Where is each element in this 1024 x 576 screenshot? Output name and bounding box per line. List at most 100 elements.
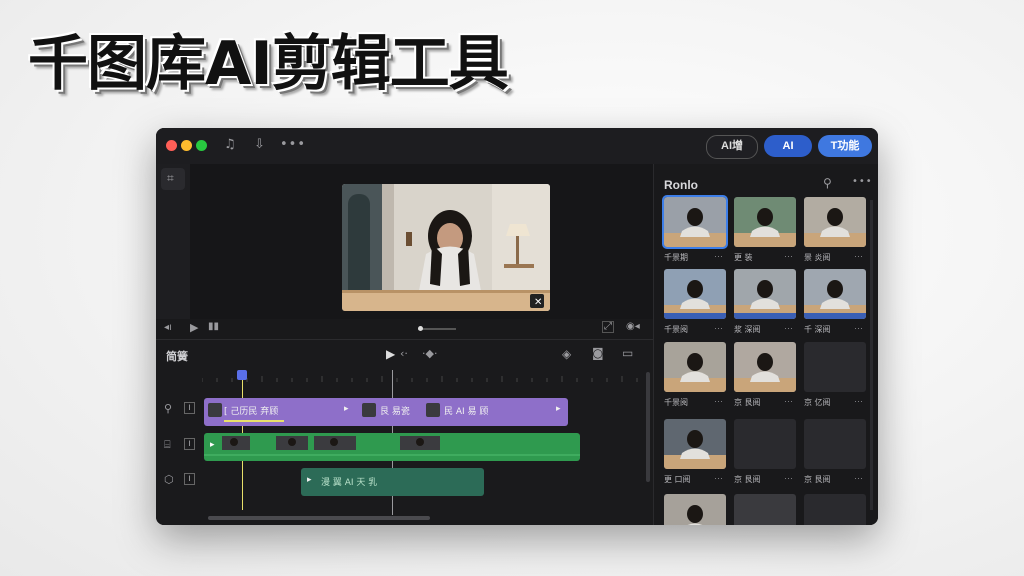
left-toolbar: ⌗ [156, 164, 191, 329]
media-thumbnail[interactable] [804, 494, 866, 525]
thumbnail-more-icon[interactable]: ··· [784, 251, 793, 261]
features-button[interactable]: T功能 [818, 135, 872, 157]
media-thumbnail[interactable] [662, 195, 728, 249]
timeline-title: 简簧 [166, 350, 188, 363]
timeline-vscrollbar[interactable] [646, 372, 650, 482]
thumbnail-label: 千景阅 [664, 398, 688, 407]
share-icon[interactable]: ⇩ [254, 137, 265, 152]
media-thumbnail[interactable] [734, 494, 796, 525]
media-panel: Ronlo ⚲ ••• 千景期 ··· 更 装 ··· 景 炎阅 ··· 千景阅 ··· 浆 深… [653, 164, 878, 525]
timeline-hscrollbar[interactable] [208, 516, 430, 520]
media-thumbnail[interactable] [734, 419, 796, 469]
crop-icon: ⌗ [167, 171, 174, 185]
media-thumbnail[interactable] [804, 197, 866, 247]
thumbnail-more-icon[interactable]: ··· [854, 396, 863, 406]
lock-audio-icon[interactable]: ı [184, 438, 195, 450]
thumbnail-more-icon[interactable]: ··· [854, 473, 863, 483]
lock-effects-icon[interactable]: ı [184, 473, 195, 485]
more-icon[interactable]: ••• [280, 137, 306, 152]
close-window-button[interactable] [166, 140, 177, 151]
audio-track-icon[interactable]: ⌸ [164, 438, 171, 452]
panel-more-icon[interactable]: ••• [852, 176, 873, 187]
clip-label-a: [ 己历民 弃顾 [224, 407, 279, 417]
media-thumbnail[interactable] [664, 269, 726, 319]
thumbnail-label: 京 艮阅 [734, 475, 761, 484]
comment-icon[interactable]: ▭ [622, 346, 633, 360]
audio-icon[interactable]: ◉◂ [626, 321, 640, 332]
play-icon[interactable]: ▶ [190, 321, 198, 334]
thumbnail-label: 景 炎阅 [804, 253, 831, 262]
thumbnail-more-icon[interactable]: ··· [784, 473, 793, 483]
thumbnail-image [687, 505, 703, 525]
track-headers: ⚲ ı ⌸ ı ⬡ ı [156, 400, 202, 525]
scrub-bar[interactable] [418, 326, 456, 331]
maximize-window-button[interactable] [196, 140, 207, 151]
thumbnail-image [734, 280, 796, 319]
purple-video-clip[interactable]: [ 己历民 弃顾 ▸ 艮 易瓷 民 AI 易 顾 ▸ [204, 398, 568, 426]
thumbnail-image [664, 430, 726, 469]
media-thumbnail[interactable] [804, 269, 866, 319]
thumbnail-more-icon[interactable]: ··· [854, 251, 863, 261]
overlay-clip-label: 漫 翼 AI 天 乳 [321, 478, 378, 488]
thumbnail-more-icon[interactable]: ··· [714, 473, 723, 483]
thumbnail-more-icon[interactable]: ··· [784, 323, 793, 333]
headphones-icon[interactable]: ♫ [224, 137, 236, 152]
media-thumbnail[interactable] [664, 494, 726, 525]
effects-track-icon[interactable]: ⬡ [164, 473, 174, 486]
thumbnail-more-icon[interactable]: ··· [714, 323, 723, 333]
media-thumbnail[interactable] [734, 197, 796, 247]
timeline-play-icon[interactable]: ▶ [386, 347, 395, 361]
lock-track-icon[interactable]: ı [184, 402, 195, 414]
video-preview[interactable]: ✕ [342, 184, 550, 311]
search-icon[interactable]: ⚲ [823, 176, 832, 190]
waveform-icon[interactable]: ▮▮ [208, 321, 219, 332]
thumbnail-label: 浆 深阅 [734, 325, 761, 334]
video-track-icon[interactable]: ⚲ [164, 402, 172, 415]
media-thumbnail[interactable] [664, 419, 726, 469]
volume-icon[interactable]: ◂ı [164, 322, 172, 333]
media-thumbnail[interactable] [664, 342, 726, 392]
timeline-ruler[interactable] [202, 366, 646, 386]
thumbnail-more-icon[interactable]: ··· [854, 323, 863, 333]
editor-window: ♫ ⇩ ••• AI增 AI T功能 ⌗ ✕ ◂ı ▶ ▮▮ ⤢ ◉◂ 简簧 ▶… [156, 128, 878, 525]
clip-thumbnail [426, 403, 440, 417]
green-video-clip[interactable]: ▸ [204, 433, 580, 461]
window-topbar: ♫ ⇩ ••• AI增 AI T功能 [156, 128, 878, 165]
clip-thumbnail [362, 403, 376, 417]
fullscreen-icon[interactable]: ⤢ [602, 321, 614, 333]
thumbnail-label: 更 装 [734, 253, 753, 262]
timeline-panel: 简簧 ▶ ‹· ·◆· ◈ ◙ ▭ ⚲ ı ⌸ ı ⬡ ı [己历民 弃顾 ▸… [156, 340, 653, 525]
audio-wave-icon[interactable]: ·◆· [422, 347, 437, 360]
clip-thumbnail [208, 403, 222, 417]
preview-image: ✕ [342, 184, 550, 311]
playhead-handle[interactable] [237, 370, 247, 380]
thumbnail-more-icon[interactable]: ··· [784, 396, 793, 406]
thumbnail-label: 千景期 [664, 253, 688, 262]
thumbnail-label: 京 艮阅 [734, 398, 761, 407]
minimize-window-button[interactable] [181, 140, 192, 151]
svg-text:▸: ▸ [210, 440, 215, 450]
media-thumbnail[interactable] [734, 269, 796, 319]
thumbnail-label: 更 口阅 [664, 475, 691, 484]
thumbnail-label: 京 艮阅 [804, 475, 831, 484]
ai-enhance-button[interactable]: AI增 [706, 135, 758, 159]
split-icon[interactable]: ‹· [400, 347, 408, 360]
clip-arrow-1: ▸ [344, 404, 349, 414]
media-scrollbar[interactable] [870, 200, 873, 510]
media-thumbnail[interactable] [804, 342, 866, 392]
media-thumbnail[interactable] [734, 342, 796, 392]
overlay-clip[interactable]: ▸ 漫 翼 AI 天 乳 [301, 468, 484, 496]
preview-controls: ◂ı ▶ ▮▮ ⤢ ◉◂ [156, 319, 653, 340]
ai-button[interactable]: AI [764, 135, 812, 157]
thumbnail-more-icon[interactable]: ··· [714, 251, 723, 261]
media-thumbnail[interactable] [804, 419, 866, 469]
clip-label-c: 民 AI 易 顾 [444, 407, 489, 417]
svg-text:✕: ✕ [534, 297, 542, 308]
thumbnail-image [734, 353, 796, 392]
snapshot-icon[interactable]: ◙ [592, 346, 604, 360]
clip-filmstrip: ▸ [204, 436, 580, 456]
crop-tool-button[interactable]: ⌗ [161, 168, 185, 190]
thumbnail-more-icon[interactable]: ··· [714, 396, 723, 406]
thumbnail-image [664, 280, 726, 319]
marker-icon[interactable]: ◈ [562, 347, 571, 361]
